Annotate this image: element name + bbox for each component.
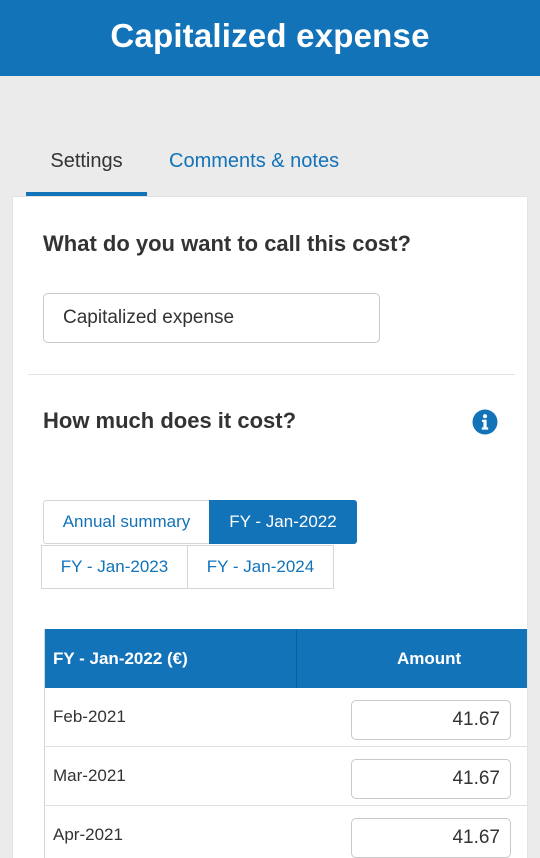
table-row: Feb-2021 [45,688,527,747]
table-header: FY - Jan-2022 (€) Amount [45,629,527,688]
cost-name-input[interactable] [43,293,380,343]
monthly-cost-table: FY - Jan-2022 (€) Amount Feb-2021 Mar-20… [44,629,527,858]
info-circle-icon[interactable] [472,409,498,435]
row-month-label: Feb-2021 [53,707,126,726]
amount-input[interactable] [351,700,511,740]
column-header-amount: Amount [397,649,462,668]
tab-comments-notes[interactable]: Comments & notes [169,140,339,196]
settings-panel: What do you want to call this cost? How … [12,196,528,858]
tab-settings[interactable]: Settings [26,140,147,196]
amount-input[interactable] [351,818,511,858]
fy-jan-2022-button[interactable]: FY - Jan-2022 [209,500,357,544]
row-month-label: Mar-2021 [53,766,126,785]
annual-summary-button[interactable]: Annual summary [43,500,210,544]
app-header: Capitalized expense [0,0,540,76]
column-header-period: FY - Jan-2022 (€) [53,649,188,668]
cost-name-question: What do you want to call this cost? [43,231,411,256]
page-title: Capitalized expense [110,17,430,54]
table-row: Mar-2021 [45,747,527,806]
fy-jan-2024-button[interactable]: FY - Jan-2024 [187,545,334,589]
amount-input[interactable] [351,759,511,799]
section-divider [28,374,515,375]
row-month-label: Apr-2021 [53,825,123,844]
fy-jan-2023-button[interactable]: FY - Jan-2023 [41,545,188,589]
table-row: Apr-2021 [45,806,527,858]
cost-amount-question: How much does it cost? [43,408,297,433]
column-divider [296,629,297,688]
